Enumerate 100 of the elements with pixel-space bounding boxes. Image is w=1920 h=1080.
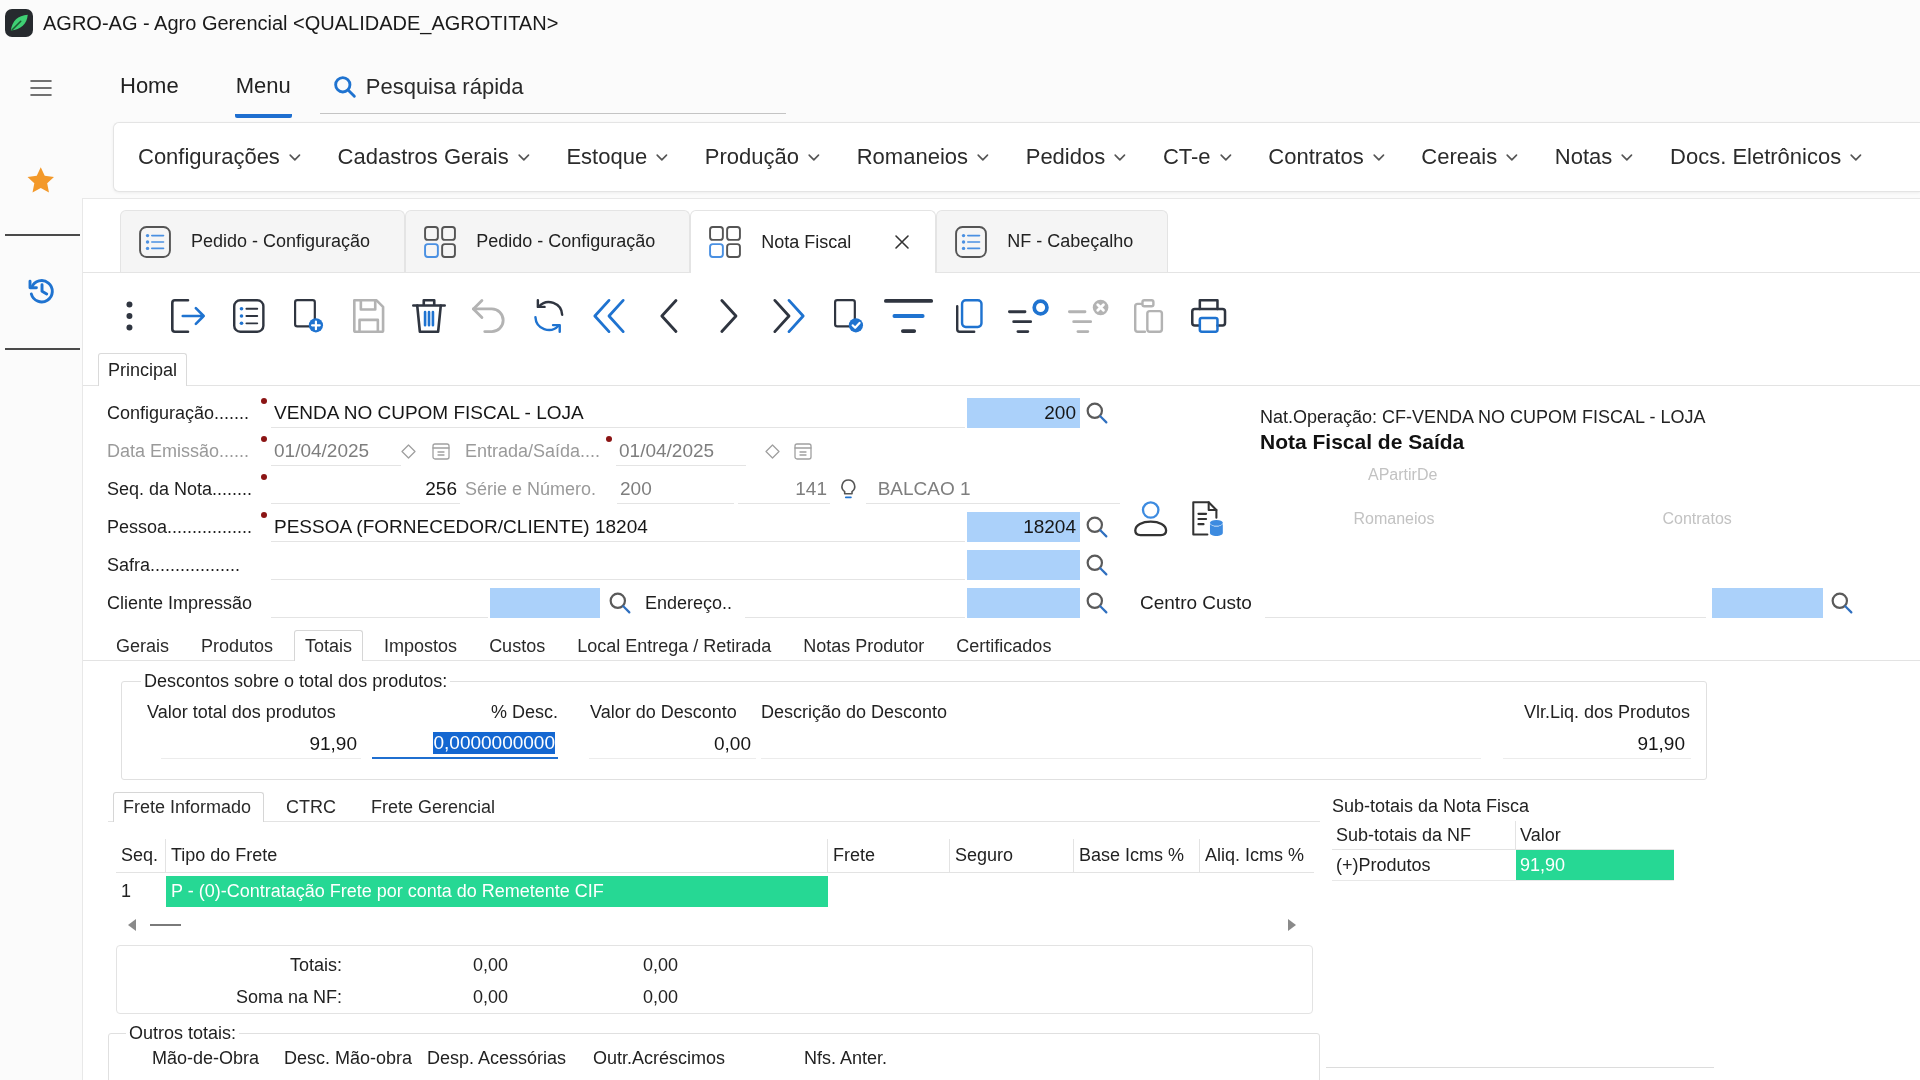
column-header: Mão-de-Obra <box>152 1047 261 1069</box>
list-icon <box>955 225 988 258</box>
code-field[interactable] <box>967 588 1080 618</box>
tab[interactable]: Notas Produtor <box>792 630 936 661</box>
code-field[interactable] <box>490 588 600 618</box>
document-tab[interactable]: Pedido - Configuração <box>405 210 691 272</box>
search-icon[interactable] <box>1830 592 1853 614</box>
document-plus-icon[interactable] <box>294 299 324 333</box>
search-icon[interactable] <box>1086 516 1108 538</box>
total-value: 0,00 <box>641 986 679 1008</box>
chevron-icon <box>808 153 820 161</box>
double-chevron-left-icon[interactable] <box>592 299 626 333</box>
printer-icon[interactable] <box>1191 299 1227 333</box>
total-value: 0,00 <box>471 986 509 1008</box>
group-title: Sub-totais da Nota Fisca <box>1331 795 1531 818</box>
list-icon[interactable] <box>233 299 265 333</box>
copy-icon[interactable] <box>955 299 983 333</box>
menu-item[interactable]: Docs. Eletrônicos <box>1670 137 1862 177</box>
column-header: Desp. Acessórias <box>427 1047 568 1069</box>
menu-item[interactable]: Notas <box>1554 137 1634 177</box>
lightbulb-icon[interactable] <box>841 479 856 499</box>
double-chevron-right-icon[interactable] <box>772 299 806 333</box>
chevron-icon <box>517 153 530 161</box>
search-field[interactable]: Pesquisa rápida <box>319 69 786 114</box>
menu-item[interactable]: CT-e <box>1162 137 1232 177</box>
tab[interactable]: Gerais <box>105 630 180 661</box>
app-logo-icon <box>5 9 33 37</box>
document-tab[interactable]: Pedido - Configuração <box>120 210 406 272</box>
menu-item[interactable]: Romaneios <box>856 137 989 177</box>
list-icon <box>139 225 171 258</box>
field-label: Centro Custo <box>1140 592 1252 614</box>
search-icon[interactable] <box>1086 402 1108 424</box>
group-title: Outros totais: <box>128 1023 238 1044</box>
document-check-icon[interactable] <box>834 299 864 333</box>
document-type-title: Nota Fiscal de Saída <box>1260 429 1466 455</box>
column-header: Sub-totais da NF <box>1332 821 1516 850</box>
chevron-right-icon[interactable] <box>719 299 739 333</box>
tab[interactable]: Local Entrega / Retirada <box>566 630 783 661</box>
chevron-icon <box>288 153 301 161</box>
code-field[interactable] <box>1711 588 1823 618</box>
code-field[interactable] <box>967 550 1080 580</box>
filter-icon[interactable] <box>884 299 934 333</box>
field-label: Soma na NF: <box>234 986 342 1008</box>
field-label: Valor total dos produtos <box>147 701 337 723</box>
menu-item[interactable]: Produção <box>704 137 820 177</box>
field-label: Descrição do Desconto <box>761 701 949 723</box>
filter-gear-icon[interactable] <box>1008 299 1050 333</box>
tab[interactable]: Custos <box>478 630 557 661</box>
chevron-icon <box>1621 153 1634 161</box>
tab[interactable]: CTRC <box>276 792 350 822</box>
tab[interactable]: Impostos <box>373 630 469 661</box>
menu-item[interactable]: Cereais <box>1421 137 1518 177</box>
tab[interactable]: Certificados <box>945 630 1063 661</box>
search-icon[interactable] <box>1086 554 1108 576</box>
number-field[interactable]: 256 <box>271 474 460 504</box>
left-arrow-icon[interactable] <box>128 919 136 931</box>
nav-tab[interactable]: Home <box>119 68 180 118</box>
menu-item[interactable]: Contratos <box>1268 137 1385 177</box>
trash-icon[interactable] <box>412 299 446 333</box>
tab[interactable]: Produtos <box>190 630 285 661</box>
text-field[interactable]: BALCAO 1 <box>865 474 1120 504</box>
refresh-icon[interactable] <box>533 299 565 333</box>
value-field[interactable]: 0,00 <box>589 729 756 759</box>
chevron-left-icon[interactable] <box>659 299 679 333</box>
right-arrow-icon[interactable] <box>1288 919 1296 931</box>
close-icon[interactable] <box>895 235 910 249</box>
text-field[interactable]: PESSOA (FORNECEDOR/CLIENTE) 18204 <box>271 512 965 542</box>
nav-tab[interactable]: Menu <box>234 68 292 118</box>
menu-item[interactable]: Pedidos <box>1025 137 1126 177</box>
tab[interactable]: Frete Gerencial <box>361 792 509 822</box>
document-coins-icon[interactable] <box>1192 501 1225 537</box>
star-icon[interactable] <box>27 167 55 193</box>
operation-text: Nat.Operação: CF-VENDA NO CUPOM FISCAL - LOJA <box>1260 406 1707 429</box>
section-tab[interactable]: Principal <box>98 353 188 386</box>
menu-icon[interactable] <box>30 80 52 96</box>
document-tab[interactable]: Nota Fiscal <box>690 210 937 273</box>
value-field[interactable]: 91,90 <box>161 729 361 759</box>
history-icon[interactable] <box>27 278 55 304</box>
code-field[interactable]: 18204 <box>967 512 1080 542</box>
arrow-out-icon[interactable] <box>171 299 207 333</box>
tab[interactable]: Totais <box>294 630 364 661</box>
menu-item[interactable]: Estoque <box>566 137 668 177</box>
total-value: 0,00 <box>641 954 679 976</box>
search-icon[interactable] <box>1086 592 1108 614</box>
menu-item[interactable]: Cadastros Gerais <box>337 137 530 177</box>
column-header: Seq. <box>116 839 166 873</box>
kebab-icon[interactable] <box>125 301 133 331</box>
tab[interactable]: Frete Informado <box>113 792 265 822</box>
text-field[interactable]: VENDA NO CUPOM FISCAL - LOJA <box>271 398 965 428</box>
document-tab[interactable]: NF - Cabeçalho <box>936 210 1169 272</box>
value-field[interactable]: 0,0000000000 <box>372 729 558 759</box>
menu-item[interactable]: Configurações <box>138 137 301 177</box>
code-field[interactable]: 200 <box>967 398 1080 428</box>
window-title: AGRO-AG - Agro Gerencial <QUALIDADE_AGROTITAN> <box>43 11 559 35</box>
table-cell: 91,90 <box>1516 850 1674 881</box>
scrollbar-thumb[interactable] <box>150 924 181 926</box>
person-icon[interactable] <box>1134 501 1168 537</box>
value-field[interactable]: 91,90 <box>1503 729 1691 759</box>
search-icon[interactable] <box>609 592 631 614</box>
field-label: Seq. da Nota........ <box>107 478 254 500</box>
